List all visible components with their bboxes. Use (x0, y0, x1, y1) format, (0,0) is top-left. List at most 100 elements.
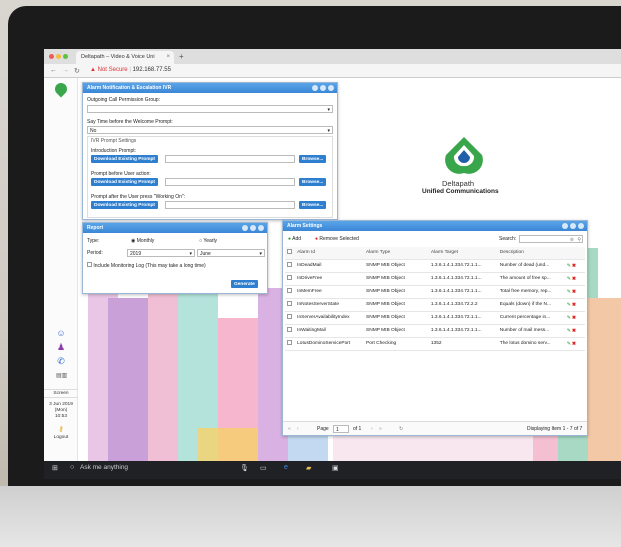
report-window-titlebar[interactable]: Report (83, 223, 267, 233)
edit-icon[interactable]: ✎ (567, 328, 571, 334)
edit-icon[interactable]: ✎ (567, 302, 571, 308)
search-input[interactable]: ⊗ ⚲ (519, 235, 583, 243)
row-checkbox[interactable] (285, 337, 296, 351)
key-icon[interactable]: ⚷ (56, 425, 66, 435)
report-maximize-icon[interactable] (250, 225, 256, 231)
screen-label[interactable]: Screen (44, 389, 78, 398)
layout-icon[interactable]: ▤▥ (56, 371, 67, 381)
alarm-maximize-icon[interactable] (570, 223, 576, 229)
row-checkbox[interactable] (285, 285, 296, 299)
edit-icon[interactable]: ✎ (567, 341, 571, 347)
close-window-dot[interactable] (49, 54, 54, 59)
table-row[interactable]: InDriveFree SNMP MIB Object 1.3.6.1.4.1.33… (285, 272, 585, 286)
back-icon[interactable]: ← (50, 67, 57, 74)
outgoing-select[interactable]: ▾ (87, 105, 333, 113)
report-minimize-icon[interactable] (242, 225, 248, 231)
col-alarm-type[interactable]: Alarm Type (364, 247, 429, 260)
users-icon[interactable]: ☺ (56, 328, 66, 338)
working-download-button[interactable]: Download Existing Prompt (91, 201, 159, 209)
delete-icon[interactable]: ✖ (572, 263, 576, 269)
cortana-icon[interactable]: ○ (70, 464, 74, 471)
monthly-radio[interactable]: ◉ Monthly (131, 238, 154, 244)
maximize-window-dot[interactable] (63, 54, 68, 59)
add-button[interactable]: ● Add (288, 236, 301, 242)
delete-icon[interactable]: ✖ (572, 341, 576, 347)
row-checkbox[interactable] (285, 272, 296, 286)
row-checkbox[interactable] (285, 259, 296, 273)
table-row[interactable]: InDeadMail SNMP MIB Object 1.3.6.1.4.1.334… (285, 259, 585, 273)
ivr-maximize-icon[interactable] (320, 85, 326, 91)
table-row[interactable]: InMemFree SNMP MIB Object 1.3.6.1.4.1.334.… (285, 285, 585, 299)
before-user-file-field[interactable] (165, 178, 295, 186)
generate-button[interactable]: Generate (231, 280, 258, 288)
table-row[interactable]: LotusDominoServicePort Port Checking 1352 T… (285, 337, 585, 351)
delete-icon[interactable]: ✖ (572, 315, 576, 321)
col-alarm-target[interactable]: Alarm Target (428, 247, 498, 260)
last-page-icon[interactable]: » (379, 426, 382, 432)
tab-close-icon[interactable]: × (166, 54, 170, 60)
reload-icon[interactable]: ↻ (74, 67, 80, 75)
delete-icon[interactable]: ✖ (572, 276, 576, 282)
store-icon[interactable]: ▣ (332, 464, 339, 472)
intro-browse-button[interactable]: Browse... (299, 155, 327, 163)
phone-icon[interactable]: ✆ (56, 356, 66, 366)
row-checkbox[interactable] (285, 324, 296, 338)
report-close-icon[interactable] (258, 225, 264, 231)
alarm-minimize-icon[interactable] (562, 223, 568, 229)
delete-icon[interactable]: ✖ (572, 328, 576, 334)
edge-icon[interactable]: e (284, 464, 288, 471)
before-user-browse-button[interactable]: Browse... (299, 178, 327, 186)
url-field[interactable]: ▲ Not Secure | 192.168.77.55 (90, 67, 171, 73)
col-alarm-id[interactable]: Alarm Id (295, 247, 365, 260)
clear-icon[interactable]: ⊗ (570, 237, 574, 243)
table-row[interactable]: InNotesServerState SNMP MIB Object 1.3.6.1… (285, 298, 585, 312)
before-user-download-button[interactable]: Download Existing Prompt (91, 178, 159, 186)
file-explorer-icon[interactable]: ▰ (306, 464, 311, 472)
include-log-checkbox[interactable]: Include Monitoring Log (This may take a … (87, 262, 206, 269)
intro-file-field[interactable] (165, 155, 295, 163)
taskbar-search-input[interactable]: Ask me anything (80, 464, 128, 471)
ivr-minimize-icon[interactable] (312, 85, 318, 91)
month-select[interactable]: June ▾ (197, 249, 265, 257)
forward-icon[interactable]: → (62, 67, 69, 74)
row-checkbox[interactable] (285, 298, 296, 312)
search-icon[interactable]: ⚲ (577, 237, 581, 243)
edit-icon[interactable]: ✎ (567, 315, 571, 321)
next-page-icon[interactable]: › (371, 426, 373, 432)
select-all-header[interactable] (285, 247, 296, 260)
delete-icon[interactable]: ✖ (572, 302, 576, 308)
task-view-icon[interactable]: ▭ (260, 464, 267, 472)
windows-start-icon[interactable]: ⊞ (52, 464, 58, 472)
prev-page-icon[interactable]: ‹ (297, 426, 299, 432)
remove-selected-button[interactable]: ● Remove Selected (315, 236, 359, 242)
edit-icon[interactable]: ✎ (567, 289, 571, 295)
alarm-window-titlebar[interactable]: Alarm Settings (283, 221, 587, 231)
col-description[interactable]: Description (497, 247, 565, 260)
yearly-radio[interactable]: ○ Yearly (199, 238, 217, 244)
app-logo-icon[interactable] (52, 80, 70, 98)
working-file-field[interactable] (165, 201, 295, 209)
edit-icon[interactable]: ✎ (567, 263, 571, 269)
refresh-icon[interactable]: ↻ (399, 426, 403, 432)
new-tab-icon[interactable]: + (179, 52, 184, 61)
say-time-select[interactable]: No ▾ (87, 126, 333, 134)
chevron-down-icon: ▾ (327, 128, 330, 134)
year-select[interactable]: 2019 ▾ (127, 249, 195, 257)
row-checkbox[interactable] (285, 311, 296, 325)
edit-icon[interactable]: ✎ (567, 276, 571, 282)
microphone-icon[interactable]: 🎙 (240, 464, 249, 472)
page-input[interactable]: 1 (333, 425, 349, 433)
ivr-close-icon[interactable] (328, 85, 334, 91)
alarm-close-icon[interactable] (578, 223, 584, 229)
delete-icon[interactable]: ✖ (572, 289, 576, 295)
ivr-window-titlebar[interactable]: Alarm Notification & Escalation IVR (83, 83, 337, 93)
intro-download-button[interactable]: Download Existing Prompt (91, 155, 159, 163)
working-browse-button[interactable]: Browse... (299, 201, 327, 209)
table-row[interactable]: InWaitingMail SNMP MIB Object 1.3.6.1.4.1.… (285, 324, 585, 338)
user-icon[interactable]: ♟ (56, 342, 66, 352)
browser-tab[interactable]: Deltapath – Video & Voice Uni × (76, 51, 174, 64)
logout-label[interactable]: Logout (44, 435, 78, 440)
table-row[interactable]: InServerAvailabilityIndex SNMP MIB Object… (285, 311, 585, 325)
minimize-window-dot[interactable] (56, 54, 61, 59)
first-page-icon[interactable]: « (288, 426, 291, 432)
